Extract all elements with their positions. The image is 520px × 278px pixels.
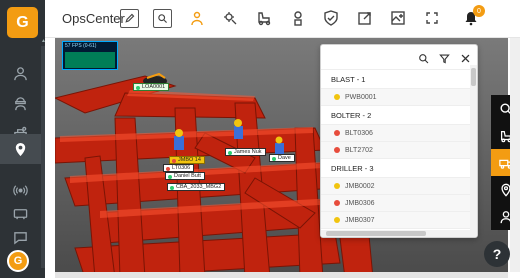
location-pin-icon	[15, 142, 26, 156]
fps-graph	[65, 52, 115, 68]
equipment-item[interactable]: JMB0306	[321, 194, 471, 211]
gear-scan-icon	[224, 12, 237, 25]
status-dot	[136, 85, 140, 90]
equipment-list: BLAST - 1 PWB0001 BOLTER - 2 BLT0306 BLT…	[321, 69, 471, 237]
shield-check-icon	[324, 10, 338, 26]
external-edit-icon	[358, 12, 371, 25]
fullscreen-icon	[426, 12, 438, 24]
fps-meter: 57 FPS (0-61)	[62, 41, 118, 70]
sidebar-scrollbar[interactable]	[41, 46, 45, 268]
viewport-bottom-scrollbar[interactable]	[55, 272, 508, 278]
toolbar-image-add-button[interactable]	[388, 8, 408, 28]
personnel-icon	[294, 11, 302, 26]
search-zone-icon	[158, 14, 167, 23]
fps-label: 57 FPS (0-61)	[65, 43, 97, 49]
status-dot	[334, 217, 340, 223]
panel-vertical-scrollbar[interactable]	[470, 65, 477, 230]
panel-toolbar	[417, 52, 471, 64]
toolbar-edit-button[interactable]	[120, 9, 139, 28]
panel-filter-button[interactable]	[438, 52, 450, 64]
status-dot	[334, 130, 340, 136]
toolbar-vehicle-button[interactable]	[254, 8, 274, 28]
top-bar: OpsCenter 0	[45, 0, 520, 38]
vehicle-icon	[258, 12, 271, 26]
close-icon	[461, 54, 469, 62]
app-logo[interactable]: G	[7, 7, 38, 38]
equipment-item[interactable]: PWB0001	[321, 88, 471, 105]
person-locate-icon	[191, 11, 203, 26]
status-dot	[272, 156, 276, 161]
search-icon	[418, 53, 428, 63]
equipment-item[interactable]: BLT0306	[321, 124, 471, 141]
status-dot	[170, 185, 174, 190]
status-dot	[166, 166, 170, 171]
status-dot	[334, 183, 340, 189]
map-label[interactable]: LOA0001	[133, 83, 170, 91]
map-label[interactable]: James Nuk	[225, 148, 266, 156]
panel-horizontal-thumb[interactable]	[326, 231, 426, 236]
equipment-item[interactable]: JMB0307	[321, 211, 471, 228]
chat-icon	[14, 231, 27, 244]
wireless-icon	[13, 184, 28, 196]
panel-close-button[interactable]	[459, 52, 471, 64]
user-avatar[interactable]: G	[7, 250, 29, 272]
notification-count-badge: 0	[473, 5, 485, 17]
sidebar-item-chat[interactable]	[0, 222, 41, 252]
map-label[interactable]: LT0306	[163, 164, 195, 172]
equipment-panel: BLAST - 1 PWB0001 BOLTER - 2 BLT0306 BLT…	[320, 44, 478, 238]
sidebar-item-workers[interactable]	[0, 88, 41, 118]
toolbar-external-edit-button[interactable]	[355, 8, 375, 28]
image-add-icon	[391, 11, 405, 25]
sidebar-scroll-up[interactable]: ▲	[41, 38, 46, 45]
group-header[interactable]: BLAST - 1	[321, 69, 471, 88]
map-label[interactable]: Daniel Butt	[165, 172, 205, 180]
edit-icon	[125, 13, 135, 23]
worker-group-icon	[15, 96, 26, 110]
sidebar-item-people[interactable]	[0, 58, 41, 88]
panel-vertical-thumb[interactable]	[471, 68, 476, 86]
help-button[interactable]: ?	[484, 241, 510, 267]
status-dot	[168, 174, 172, 179]
status-dot	[334, 147, 340, 153]
filter-icon	[438, 54, 450, 64]
panel-search-button[interactable]	[417, 52, 429, 64]
panel-horizontal-scrollbar[interactable]	[321, 230, 477, 237]
toolbar-shield-button[interactable]	[321, 8, 341, 28]
video-icon	[13, 208, 28, 219]
ops-center-app: G ▲ G OpsCenter 0 57 FPS (0-61) LOA0001 …	[0, 0, 520, 278]
toolbar-person-locate-button[interactable]	[187, 8, 207, 28]
equipment-item[interactable]: JMB0002	[321, 177, 471, 194]
sidebar: G ▲ G	[0, 0, 46, 278]
equipment-item[interactable]: BLT2702	[321, 141, 471, 158]
status-dot	[334, 200, 340, 206]
app-title: OpsCenter	[62, 11, 125, 26]
group-header[interactable]: BOLTER - 2	[321, 105, 471, 124]
toolbar-personnel-button[interactable]	[288, 8, 308, 28]
notifications-button[interactable]: 0	[461, 5, 485, 28]
person-icon	[14, 66, 27, 80]
map-label[interactable]: Dave	[269, 154, 295, 162]
group-header[interactable]: DRILLER - 3	[321, 158, 471, 177]
map-label[interactable]: CBA_2033_MBG2	[167, 183, 226, 191]
toolbar-gear-scan-button[interactable]	[220, 8, 240, 28]
map-label[interactable]: JMBO 14	[169, 156, 205, 164]
toolbar-fullscreen-button[interactable]	[422, 8, 442, 28]
status-dot	[334, 94, 340, 100]
page-scrollbar[interactable]	[510, 38, 520, 272]
status-dot	[228, 150, 232, 155]
sidebar-item-location[interactable]	[0, 134, 41, 164]
status-dot	[172, 158, 176, 163]
toolbar-search-zone-button[interactable]	[153, 9, 172, 28]
